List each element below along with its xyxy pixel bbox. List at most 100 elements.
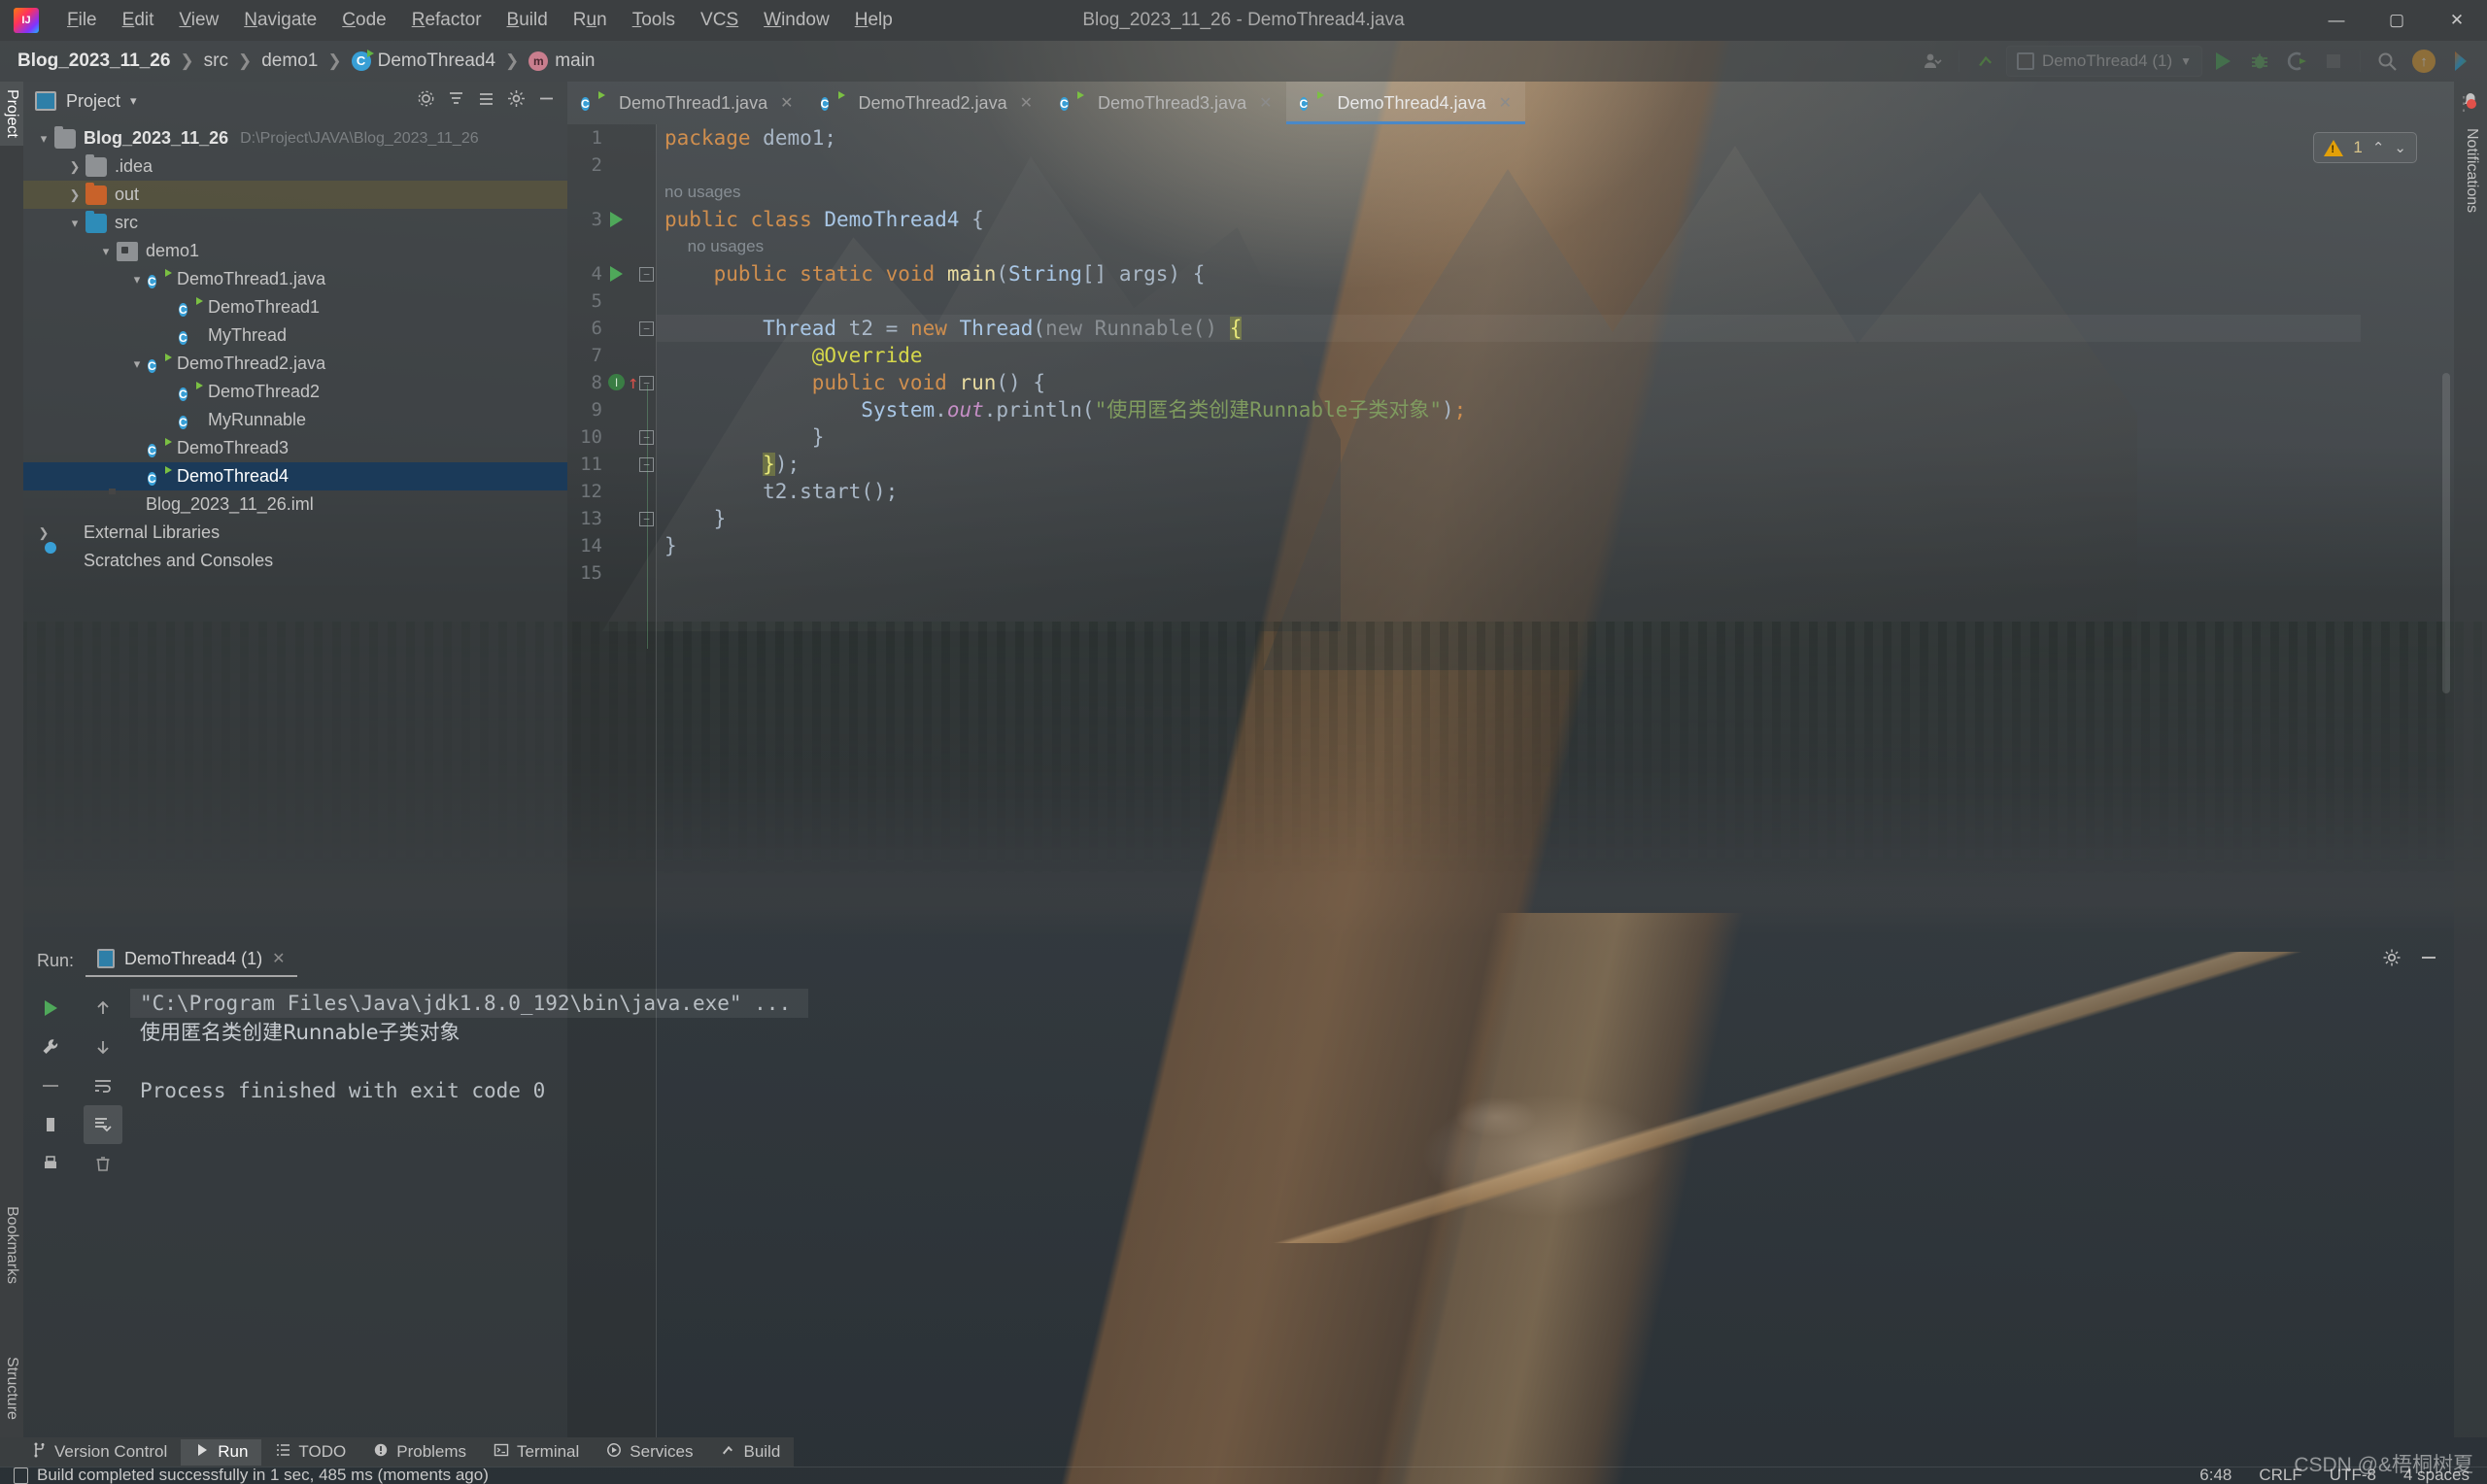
menu-item-help[interactable]: Help	[842, 6, 905, 35]
scroll-up-button[interactable]	[84, 989, 122, 1028]
close-icon[interactable]: ✕	[272, 949, 285, 968]
status-tool-services[interactable]: Services	[593, 1439, 706, 1466]
caret-position[interactable]: 6:48	[2199, 1466, 2231, 1484]
line-separator[interactable]: CRLF	[2259, 1466, 2301, 1484]
tree-node-demo1[interactable]: ▾ demo1	[23, 237, 567, 265]
menu-item-run[interactable]: Run	[561, 6, 620, 35]
close-icon[interactable]: ✕	[1020, 93, 1033, 113]
breadcrumb-item-demo1[interactable]: demo1	[257, 49, 322, 74]
editor-scrollbar[interactable]	[2442, 373, 2450, 693]
menu-item-code[interactable]: Code	[329, 6, 398, 35]
fold-toggle-icon[interactable]: −	[639, 267, 654, 282]
gutter-line[interactable]: 3	[567, 206, 657, 233]
menu-item-build[interactable]: Build	[494, 6, 561, 35]
scroll-to-end-button[interactable]	[84, 1105, 122, 1144]
close-icon[interactable]: ✕	[1499, 93, 1512, 113]
breadcrumb-item-blog-2023-11-26[interactable]: Blog_2023_11_26	[14, 49, 174, 74]
tree-node-demothread4[interactable]: ·C DemoThread4	[23, 462, 567, 490]
editor-tab-demothread4-java[interactable]: C DemoThread4.java ✕	[1285, 82, 1525, 124]
editor-tab-demothread2-java[interactable]: C DemoThread2.java ✕	[807, 82, 1047, 124]
menu-item-refactor[interactable]: Refactor	[399, 6, 494, 35]
run-gutter-icon[interactable]	[610, 212, 623, 227]
chevron-down-icon[interactable]: ▾	[126, 272, 148, 287]
status-message[interactable]: Build completed successfully in 1 sec, 4…	[0, 1466, 489, 1484]
tree-node-out[interactable]: ❯ out	[23, 181, 567, 209]
implements-gutter-icon[interactable]: I	[608, 374, 625, 390]
editor-tab-demothread3-java[interactable]: C DemoThread3.java ✕	[1046, 82, 1286, 124]
menu-item-view[interactable]: View	[166, 6, 231, 35]
gutter-line[interactable]: 14	[567, 532, 657, 559]
minimize-icon[interactable]	[2419, 948, 2438, 973]
clear-all-button[interactable]	[31, 1105, 70, 1144]
gutter-line[interactable]: 2	[567, 152, 657, 179]
breadcrumb-item-main[interactable]: m main	[525, 49, 598, 74]
chevron-down-icon[interactable]: ▾	[33, 131, 54, 147]
gutter-line[interactable]: 8 I ↑ −	[567, 369, 657, 396]
project-tree[interactable]: ▾ Blog_2023_11_26 D:\Project\JAVA\Blog_202…	[23, 120, 567, 575]
gear-icon[interactable]	[507, 89, 526, 113]
settings-icon[interactable]	[417, 89, 435, 113]
tree-node-scratches-and-consoles[interactable]: · Scratches and Consoles	[23, 547, 567, 575]
console-output[interactable]: "C:\Program Files\Java\jdk1.8.0_192\bin\…	[130, 981, 2454, 1437]
rerun-button[interactable]	[31, 989, 70, 1028]
gutter-line[interactable]: 12	[567, 478, 657, 505]
status-tool-terminal[interactable]: Terminal	[480, 1439, 593, 1466]
print-button[interactable]	[31, 1144, 70, 1183]
gutter-line[interactable]: 5	[567, 287, 657, 315]
close-icon[interactable]: ✕	[1259, 93, 1272, 113]
status-tool-build[interactable]: Build	[706, 1439, 794, 1466]
tree-node-external-libraries[interactable]: ❯ External Libraries	[23, 519, 567, 547]
fold-toggle-icon[interactable]: −	[639, 321, 654, 336]
status-tool-version-control[interactable]: Version Control	[17, 1439, 181, 1466]
chevron-down-icon[interactable]: ▾	[126, 356, 148, 372]
soft-wrap-button[interactable]	[84, 1066, 122, 1105]
menu-item-tools[interactable]: Tools	[620, 6, 688, 35]
breadcrumb-item-demothread4[interactable]: C DemoThread4	[348, 49, 499, 74]
gutter-line[interactable]: 15	[567, 559, 657, 587]
inspection-widget[interactable]: 1 ⌃ ⌄	[2313, 132, 2417, 163]
gutter-line[interactable]: 9	[567, 396, 657, 423]
menu-item-edit[interactable]: Edit	[110, 6, 167, 35]
gutter-line[interactable]: 10−	[567, 423, 657, 451]
gutter-line[interactable]: 6−	[567, 315, 657, 342]
chevron-down-icon[interactable]: ▾	[95, 244, 117, 259]
tree-node-demothread1-java[interactable]: ▾ C DemoThread1.java	[23, 265, 567, 293]
tree-node-demothread2[interactable]: ·C DemoThread2	[23, 378, 567, 406]
breadcrumb-item-src[interactable]: src	[200, 49, 232, 74]
status-tool-problems[interactable]: Problems	[359, 1439, 480, 1466]
encoding[interactable]: UTF-8	[2330, 1466, 2376, 1484]
chevron-right-icon[interactable]: ❯	[64, 159, 85, 175]
menu-item-window[interactable]: Window	[751, 6, 842, 35]
hide-panel-icon[interactable]	[537, 89, 556, 113]
chevron-down-icon[interactable]: ▾	[64, 216, 85, 231]
tree-node-blog-2023-11-26[interactable]: ▾ Blog_2023_11_26 D:\Project\JAVA\Blog_202…	[23, 124, 567, 152]
previous-problem-button[interactable]: ⌃	[2372, 139, 2385, 156]
gutter-line[interactable]	[567, 233, 657, 260]
gutter-line[interactable]: 4−	[567, 260, 657, 287]
indent-setting[interactable]: 4 spaces	[2403, 1466, 2470, 1484]
collapse-all-icon[interactable]	[447, 89, 465, 113]
minimize-button[interactable]: —	[2306, 0, 2367, 41]
sidebar-item-structure[interactable]: Structure	[0, 1349, 23, 1428]
tree-node-demothread1[interactable]: ·C DemoThread1	[23, 293, 567, 321]
gutter-line[interactable]: 7	[567, 342, 657, 369]
close-icon[interactable]: ✕	[780, 93, 793, 113]
tree-node-myrunnable[interactable]: ·C MyRunnable	[23, 406, 567, 434]
tree-node-demothread3[interactable]: ·C DemoThread3	[23, 434, 567, 462]
close-button[interactable]: ✕	[2427, 0, 2487, 41]
tree-node-blog-2023-11-26-iml[interactable]: · Blog_2023_11_26.iml	[23, 490, 567, 519]
sidebar-item-notifications[interactable]: Notifications	[2454, 95, 2487, 246]
run-session-tab[interactable]: DemoThread4 (1) ✕	[85, 945, 297, 977]
tree-node-mythread[interactable]: ·C MyThread	[23, 321, 567, 350]
menu-item-file[interactable]: File	[54, 6, 110, 35]
tree-node-demothread2-java[interactable]: ▾ C DemoThread2.java	[23, 350, 567, 378]
chevron-right-icon[interactable]: ❯	[33, 525, 54, 541]
trash-button[interactable]	[84, 1144, 122, 1183]
status-tool-run[interactable]: Run	[181, 1438, 262, 1466]
status-tool-todo[interactable]: TODO	[261, 1439, 359, 1466]
next-problem-button[interactable]: ⌄	[2394, 139, 2406, 156]
editor-tab-demothread1-java[interactable]: C DemoThread1.java ✕	[567, 82, 807, 124]
run-gutter-icon[interactable]	[610, 266, 623, 282]
gear-icon[interactable]	[2382, 948, 2402, 973]
settings-wrench-button[interactable]	[31, 1028, 70, 1066]
